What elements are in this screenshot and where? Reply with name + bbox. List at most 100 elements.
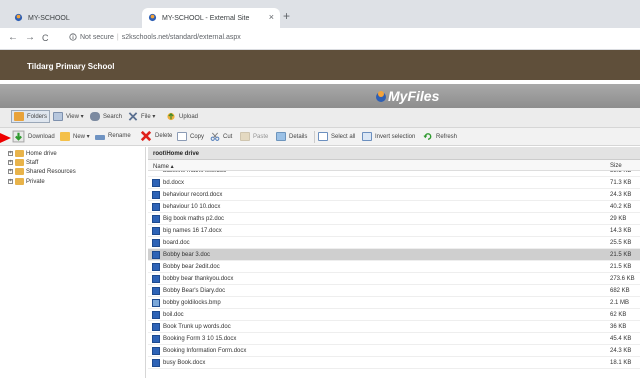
word-document-icon: [152, 203, 160, 211]
file-name: Bobby Bear's Diary.doc: [163, 288, 226, 294]
tree-node-home-drive[interactable]: + Home drive: [8, 150, 57, 157]
new-menu-button[interactable]: New ▾: [60, 132, 90, 141]
file-name: Bobby bear 3.doc: [163, 252, 211, 258]
file-name: bd.docx: [163, 180, 185, 186]
file-size: 36 KB: [610, 324, 627, 330]
myfiles-logo: MyFiles: [374, 88, 439, 104]
file-size: 71.3 KB: [610, 180, 632, 186]
back-arrow-icon[interactable]: ←: [8, 32, 18, 43]
file-actions-toolbar: Download New ▾ Rename Delete Copy Cut Pa…: [0, 128, 640, 146]
paste-label: Paste: [253, 133, 269, 140]
file-name: behaviour record.docx: [163, 192, 223, 198]
file-row[interactable]: big names 16 17.docx 14.3 KB: [148, 225, 640, 237]
expand-icon[interactable]: +: [8, 179, 13, 184]
new-tab-button[interactable]: +: [283, 9, 290, 23]
expand-icon[interactable]: +: [8, 169, 13, 174]
tab-title: MY-SCHOOL - External Site: [162, 14, 250, 22]
word-document-icon: [152, 251, 160, 259]
file-size: 18.1 KB: [610, 360, 632, 366]
file-name: Booking Form 3 10 15.docx: [163, 336, 237, 342]
info-icon[interactable]: [69, 33, 77, 41]
url-separator: |: [116, 33, 119, 41]
file-row[interactable]: Booking Information Form.docx 24.3 KB: [148, 345, 640, 357]
browser-tab-external-site[interactable]: MY-SCHOOL - External Site ×: [142, 8, 280, 28]
myfiles-logo-icon: [376, 91, 386, 102]
tree-node-label: Home drive: [26, 150, 57, 157]
file-row[interactable]: Bobby bear 3.doc 21.5 KB: [148, 249, 640, 261]
word-document-icon: [152, 191, 160, 199]
cut-button[interactable]: Cut: [210, 132, 232, 141]
path-bar: root\Home drive: [148, 147, 640, 160]
view-icon: [53, 112, 63, 121]
myfiles-logo-text: MyFiles: [388, 88, 440, 104]
file-name: bobby goldilocks.bmp: [163, 300, 221, 306]
file-row[interactable]: board.doc 25.5 KB: [148, 237, 640, 249]
cut-label: Cut: [223, 133, 233, 140]
expand-icon[interactable]: +: [8, 160, 13, 165]
upload-button[interactable]: Upload: [166, 112, 198, 121]
name-column-header[interactable]: Name ▴: [153, 163, 174, 170]
file-size: 14.3 KB: [610, 228, 632, 234]
view-menu-button[interactable]: View ▾: [53, 112, 84, 121]
close-tab-icon[interactable]: ×: [269, 12, 274, 22]
file-row[interactable]: behaviour 10 10.docx 40.2 KB: [148, 201, 640, 213]
file-list: baseline maths test.doc 58.5 KB bd.docx 71.…: [148, 171, 640, 378]
tree-node-staff[interactable]: + Staff: [8, 159, 38, 166]
folder-icon: [15, 150, 24, 157]
download-label: Download: [28, 133, 55, 140]
file-name: Big book maths p2.doc: [163, 216, 225, 222]
file-row[interactable]: Bobby bear 2edit.doc 21.5 KB: [148, 261, 640, 273]
new-folder-icon: [60, 132, 70, 141]
details-icon: [276, 132, 286, 141]
search-button[interactable]: Search: [90, 112, 122, 121]
download-button[interactable]: Download: [12, 130, 55, 143]
file-row[interactable]: Bobby Bear's Diary.doc 682 KB: [148, 285, 640, 297]
file-menu-button[interactable]: File ▾: [128, 112, 155, 121]
file-size: 24.3 KB: [610, 192, 632, 198]
size-column-header[interactable]: Size: [610, 163, 622, 169]
file-row[interactable]: bobby bear thankyou.docx 273.6 KB: [148, 273, 640, 285]
file-name: Book Trunk up words.doc: [163, 324, 231, 330]
school-favicon-icon: [148, 13, 157, 22]
upload-icon: [167, 112, 175, 121]
forward-arrow-icon[interactable]: →: [25, 32, 35, 43]
image-file-icon: [152, 299, 160, 307]
paste-icon: [240, 132, 250, 141]
reload-icon[interactable]: C: [42, 33, 49, 43]
url-field[interactable]: Not secure | s2kschools.net/standard/ext…: [69, 33, 241, 41]
file-size: 273.6 KB: [610, 276, 635, 282]
word-document-icon: [152, 215, 160, 223]
folders-button[interactable]: Folders: [11, 110, 51, 123]
file-row[interactable]: bd.docx 71.3 KB: [148, 177, 640, 189]
tree-node-label: Shared Resources: [26, 168, 76, 175]
file-row[interactable]: Booking Form 3 10 15.docx 45.4 KB: [148, 333, 640, 345]
folder-icon: [15, 168, 24, 175]
file-row[interactable]: bobby goldilocks.bmp 2.1 MB: [148, 297, 640, 309]
file-name: baseline maths test.doc: [163, 171, 227, 174]
download-icon: [12, 130, 25, 143]
file-row[interactable]: busy Book.docx 18.1 KB: [148, 357, 640, 369]
address-bar: ← → C Not secure | s2kschools.net/standa…: [0, 28, 640, 50]
word-document-icon: [152, 335, 160, 343]
file-row[interactable]: behaviour record.docx 24.3 KB: [148, 189, 640, 201]
tree-node-private[interactable]: + Private: [8, 178, 45, 185]
expand-icon[interactable]: +: [8, 151, 13, 156]
word-document-icon: [152, 287, 160, 295]
invert-selection-icon: [362, 132, 372, 141]
invert-selection-label: Invert selection: [375, 133, 416, 140]
file-row[interactable]: boil.doc 62 KB: [148, 309, 640, 321]
paste-button[interactable]: Paste: [240, 132, 268, 141]
file-name: busy Book.docx: [163, 360, 206, 366]
delete-button[interactable]: Delete: [140, 130, 172, 142]
file-name: Bobby bear 2edit.doc: [163, 264, 220, 270]
tree-node-shared-resources[interactable]: + Shared Resources: [8, 168, 76, 175]
rename-button[interactable]: Rename: [95, 132, 131, 140]
copy-button[interactable]: Copy: [177, 132, 204, 141]
select-all-button[interactable]: Select all: [318, 132, 355, 141]
refresh-button[interactable]: Refresh: [423, 132, 457, 141]
file-row[interactable]: Big book maths p2.doc 29 KB: [148, 213, 640, 225]
details-button[interactable]: Details: [276, 132, 307, 141]
file-row[interactable]: Book Trunk up words.doc 36 KB: [148, 321, 640, 333]
invert-selection-button[interactable]: Invert selection: [362, 132, 415, 141]
file-size: 24.3 KB: [610, 348, 632, 354]
